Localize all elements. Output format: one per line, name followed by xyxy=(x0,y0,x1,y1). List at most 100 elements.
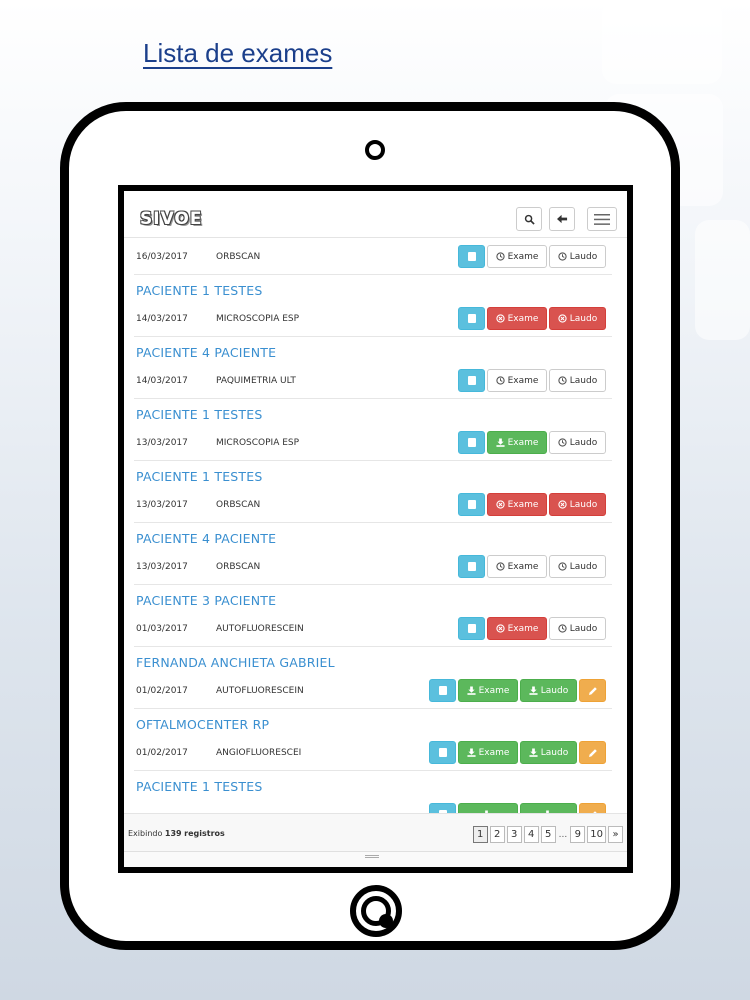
view-document-button[interactable] xyxy=(458,493,485,516)
page-button[interactable]: 10 xyxy=(587,826,606,843)
row-actions: Exame Laudo xyxy=(458,369,606,392)
exam-row: 14/03/2017 PAQUIMETRIA ULT Exame Laudo xyxy=(134,363,612,399)
exame-button-label: Exame xyxy=(507,623,539,634)
exame-button[interactable]: Exame xyxy=(487,307,547,330)
background-tile xyxy=(695,220,750,340)
arrow-left-icon xyxy=(556,214,567,224)
page-button[interactable]: 3 xyxy=(506,826,522,843)
patient-row: PACIENTE 4 PACIENTE xyxy=(134,337,612,363)
row-actions: Exame Laudo xyxy=(458,245,606,268)
patient-name[interactable]: PACIENTE 1 TESTES xyxy=(136,407,263,422)
exame-button-label: Exame xyxy=(507,499,539,510)
patient-name[interactable]: PACIENTE 4 PACIENTE xyxy=(136,531,276,546)
laudo-button[interactable]: Laudo xyxy=(549,369,606,392)
patient-name[interactable]: OFTALMOCENTER RP xyxy=(136,717,269,732)
next-page-button[interactable]: » xyxy=(608,826,623,843)
view-document-button[interactable] xyxy=(429,741,456,764)
exam-row: 13/03/2017 MICROSCOPIA ESP Exame Laudo xyxy=(134,425,612,461)
menu-button[interactable] xyxy=(587,207,617,231)
pencil-icon xyxy=(588,686,597,695)
patient-row: PACIENTE 1 TESTES xyxy=(134,399,612,425)
patient-name[interactable]: FERNANDA ANCHIETA GABRIEL xyxy=(136,655,335,670)
exame-button-label: Exame xyxy=(478,747,510,758)
patient-name[interactable]: PACIENTE 3 PACIENTE xyxy=(136,593,276,608)
document-icon xyxy=(467,562,476,571)
patient-row: PACIENTE 1 TESTES xyxy=(134,275,612,301)
download-icon xyxy=(529,748,538,757)
page-button[interactable]: 1 xyxy=(472,826,488,843)
exame-button[interactable]: Exame xyxy=(487,369,547,392)
exame-button[interactable]: Exame xyxy=(487,431,547,454)
laudo-button[interactable]: Laudo xyxy=(520,679,577,702)
exam-list: 16/03/2017 ORBSCAN Exame Laudo PACIENTE 1 TE… xyxy=(134,239,612,813)
row-actions: Exame Laudo xyxy=(458,307,606,330)
exam-date: 13/03/2017 xyxy=(136,500,188,510)
exam-name: MICROSCOPIA ESP xyxy=(216,438,300,448)
exam-date: 01/02/2017 xyxy=(136,748,188,758)
view-document-button[interactable] xyxy=(458,369,485,392)
view-document-button[interactable] xyxy=(429,803,456,813)
patient-name[interactable]: PACIENTE 1 TESTES xyxy=(136,469,263,484)
edit-button[interactable] xyxy=(579,741,606,764)
exame-button-label: Exame xyxy=(507,375,539,386)
tablet-camera xyxy=(365,140,385,160)
laudo-button[interactable]: Laudo xyxy=(549,493,606,516)
patient-row: OFTALMOCENTER RP xyxy=(134,709,612,735)
exam-name: ORBSCAN xyxy=(216,252,261,262)
patient-row: PACIENTE 1 TESTES xyxy=(134,461,612,487)
row-actions: Exame Laudo xyxy=(458,617,606,640)
patient-name[interactable]: PACIENTE 1 TESTES xyxy=(136,779,263,794)
document-icon xyxy=(467,252,476,261)
view-document-button[interactable] xyxy=(458,307,485,330)
exam-row: 16/03/2017 ORBSCAN Exame Laudo xyxy=(134,239,612,275)
app-logo: SIVOE xyxy=(140,209,203,229)
bottom-bar xyxy=(124,851,627,867)
patient-name[interactable]: PACIENTE 1 TESTES xyxy=(136,283,263,298)
page-button[interactable]: 4 xyxy=(523,826,539,843)
download-icon xyxy=(467,748,476,757)
drag-handle[interactable] xyxy=(365,855,379,858)
view-document-button[interactable] xyxy=(429,679,456,702)
laudo-button[interactable] xyxy=(520,803,577,813)
exam-date: 14/03/2017 xyxy=(136,376,188,386)
laudo-button[interactable]: Laudo xyxy=(549,617,606,640)
clock-icon xyxy=(495,252,505,261)
exame-button[interactable] xyxy=(458,803,518,813)
laudo-button[interactable]: Laudo xyxy=(549,307,606,330)
exame-button[interactable]: Exame xyxy=(487,493,547,516)
exame-button[interactable]: Exame xyxy=(487,245,547,268)
page-button[interactable]: 5 xyxy=(540,826,556,843)
exam-date: 13/03/2017 xyxy=(136,438,188,448)
laudo-button-label: Laudo xyxy=(569,375,598,386)
patient-name[interactable]: PACIENTE 4 PACIENTE xyxy=(136,345,276,360)
exame-button[interactable]: Exame xyxy=(458,679,518,702)
exam-date: 16/03/2017 xyxy=(136,252,188,262)
row-actions: Exame Laudo xyxy=(429,679,606,702)
exam-date: 01/02/2017 xyxy=(136,686,188,696)
laudo-button[interactable]: Laudo xyxy=(549,245,606,268)
exam-row xyxy=(134,797,612,813)
edit-button[interactable] xyxy=(579,679,606,702)
exame-button[interactable]: Exame xyxy=(458,741,518,764)
view-document-button[interactable] xyxy=(458,555,485,578)
tablet-home-button xyxy=(350,885,402,937)
laudo-button[interactable]: Laudo xyxy=(549,431,606,454)
laudo-button[interactable]: Laudo xyxy=(549,555,606,578)
exame-button-label: Exame xyxy=(507,313,539,324)
edit-button[interactable] xyxy=(579,803,606,813)
view-document-button[interactable] xyxy=(458,617,485,640)
patient-row: PACIENTE 4 PACIENTE xyxy=(134,523,612,549)
exame-button[interactable]: Exame xyxy=(487,617,547,640)
page-button[interactable]: 9 xyxy=(570,826,586,843)
back-button[interactable] xyxy=(549,207,575,231)
exame-button[interactable]: Exame xyxy=(487,555,547,578)
view-document-button[interactable] xyxy=(458,431,485,454)
page-button[interactable]: 2 xyxy=(489,826,505,843)
laudo-button[interactable]: Laudo xyxy=(520,741,577,764)
view-document-button[interactable] xyxy=(458,245,485,268)
exam-name: ORBSCAN xyxy=(216,562,261,572)
search-button[interactable] xyxy=(516,207,542,231)
exame-button-label: Exame xyxy=(478,685,510,696)
exam-name: ANGIOFLUORESCEI xyxy=(216,748,302,758)
laudo-button-label: Laudo xyxy=(569,499,598,510)
